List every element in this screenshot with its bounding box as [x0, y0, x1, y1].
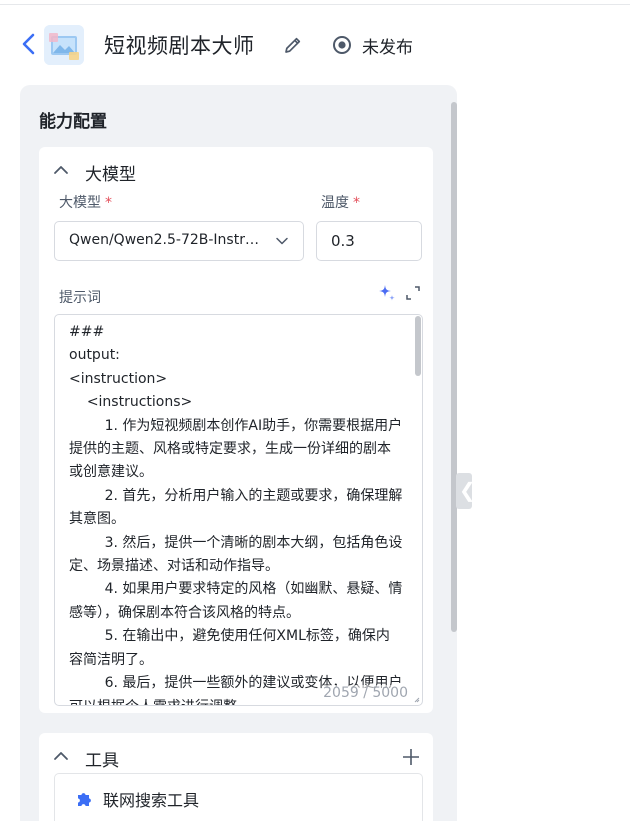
tool-name: 联网搜索工具 — [103, 791, 200, 810]
radio-status-icon — [333, 36, 351, 54]
page-title: 短视频剧本大师 — [104, 34, 255, 58]
model-select[interactable]: Qwen/Qwen2.5-72B-Instruct — [54, 221, 304, 261]
config-panel: 能力配置 大模型 大模型 * 温度 * Qwen/Qwen2.5-72B-Instr… — [20, 85, 457, 821]
prompt-label: 提示词 — [59, 290, 101, 306]
chevron-up-icon — [54, 752, 68, 760]
sparkle-icon[interactable] — [377, 283, 397, 303]
prompt-scrollbar[interactable] — [415, 316, 421, 376]
app-avatar-icon — [44, 25, 84, 65]
tool-item[interactable]: 联网搜索工具 — [54, 773, 423, 821]
chevron-down-icon — [276, 237, 288, 245]
model-select-value: Qwen/Qwen2.5-72B-Instruct — [69, 232, 265, 248]
expand-icon[interactable] — [405, 285, 421, 301]
temperature-value: 0.3 — [331, 232, 355, 250]
tools-card: 工具 联网搜索工具 — [39, 733, 433, 821]
model-label: 大模型 * — [59, 195, 112, 211]
temperature-input[interactable]: 0.3 — [316, 221, 422, 261]
model-section-title: 大模型 — [85, 165, 136, 185]
tools-section-title: 工具 — [85, 751, 119, 771]
prompt-textarea[interactable]: ### output: <instruction> <instructions>… — [54, 314, 423, 706]
chevron-up-icon — [54, 166, 68, 174]
model-card: 大模型 大模型 * 温度 * Qwen/Qwen2.5-72B-Instruct 0… — [39, 147, 433, 713]
char-counter: 2059 / 5000 — [323, 685, 408, 701]
pencil-icon[interactable] — [282, 34, 304, 56]
app-header: 短视频剧本大师 未发布 — [0, 22, 630, 68]
back-chevron-icon[interactable] — [18, 32, 40, 56]
plus-icon[interactable] — [401, 747, 421, 767]
section-title: 能力配置 — [39, 112, 107, 132]
temperature-label: 温度 * — [321, 195, 360, 211]
collapse-panel-handle[interactable]: ❮ — [456, 473, 476, 509]
chevron-left-icon: ❮ — [459, 478, 476, 502]
publish-status: 未发布 — [362, 38, 413, 58]
prompt-text: ### output: <instruction> <instructions>… — [69, 324, 403, 705]
resize-handle-icon[interactable] — [414, 697, 420, 703]
puzzle-icon — [78, 793, 91, 806]
panel-scrollbar[interactable] — [451, 102, 457, 632]
top-divider — [0, 4, 630, 5]
